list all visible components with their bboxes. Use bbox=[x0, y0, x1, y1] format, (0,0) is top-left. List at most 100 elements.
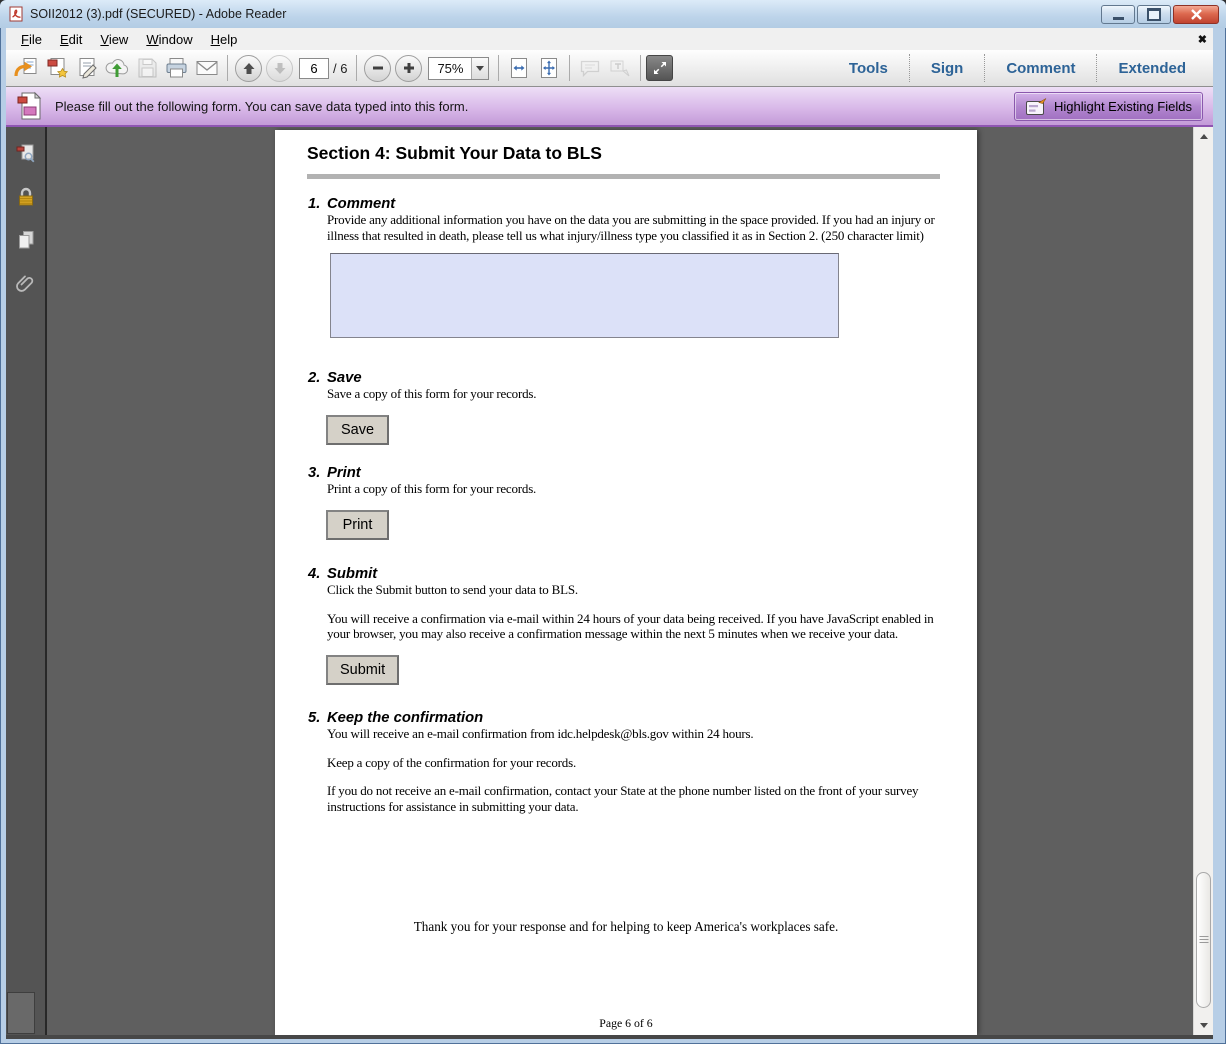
form-notice-message: Please fill out the following form. You … bbox=[55, 99, 468, 114]
zoom-out-icon bbox=[372, 62, 384, 74]
toolbar-separator bbox=[356, 55, 357, 81]
page-number-input[interactable] bbox=[299, 58, 329, 79]
submit-button[interactable]: Submit bbox=[326, 655, 399, 685]
section-keep-confirmation: 5. Keep the confirmation You will receiv… bbox=[308, 710, 949, 814]
minimize-button[interactable] bbox=[1101, 5, 1135, 24]
chevron-down-icon bbox=[476, 66, 484, 71]
section-body: Save a copy of this form for your record… bbox=[327, 386, 949, 402]
save-icon bbox=[135, 56, 159, 80]
email-icon bbox=[194, 56, 220, 80]
close-button[interactable] bbox=[1173, 5, 1219, 24]
pdf-file-icon bbox=[9, 6, 24, 22]
print-icon bbox=[164, 56, 190, 80]
maximize-button[interactable] bbox=[1137, 5, 1171, 24]
fullscreen-button[interactable] bbox=[646, 55, 673, 81]
window-title: SOII2012 (3).pdf (SECURED) - Adobe Reade… bbox=[30, 7, 286, 21]
section-submit: 4. Submit Click the Submit button to sen… bbox=[308, 566, 949, 685]
comment-panel-button[interactable]: Comment bbox=[985, 60, 1096, 77]
page-thumbnails-icon bbox=[15, 143, 37, 165]
section-title-row: 2. Save bbox=[308, 370, 949, 386]
menu-bar: File Edit View Window Help ✖ bbox=[6, 28, 1213, 50]
section-number: 2. bbox=[308, 370, 327, 386]
zoom-level-value: 75% bbox=[429, 61, 471, 76]
menu-file[interactable]: File bbox=[12, 29, 51, 50]
comment-field[interactable] bbox=[330, 253, 839, 338]
section-number: 4. bbox=[308, 566, 327, 582]
cloud-upload-button[interactable] bbox=[102, 54, 132, 82]
form-document-icon bbox=[16, 91, 42, 121]
open-file-button[interactable] bbox=[12, 54, 42, 82]
pages-button[interactable] bbox=[13, 227, 39, 253]
menu-window[interactable]: Window bbox=[137, 29, 201, 50]
section-number: 5. bbox=[308, 710, 327, 726]
title-bar: SOII2012 (3).pdf (SECURED) - Adobe Reade… bbox=[0, 0, 1226, 28]
section-body-2: You will receive a confirmation via e-ma… bbox=[327, 611, 949, 642]
print-button[interactable]: Print bbox=[326, 510, 389, 540]
menu-help[interactable]: Help bbox=[202, 29, 247, 50]
section-comment: 1. Comment Provide any additional inform… bbox=[308, 196, 949, 243]
create-pdf-icon bbox=[45, 56, 69, 80]
fullscreen-icon bbox=[653, 61, 667, 75]
security-settings-button[interactable] bbox=[13, 184, 39, 210]
print-button-toolbar[interactable] bbox=[162, 54, 192, 82]
section-title: Comment bbox=[327, 196, 395, 212]
toolbar-panels: Tools Sign Comment Extended bbox=[828, 50, 1207, 86]
tools-panel-button[interactable]: Tools bbox=[828, 60, 909, 77]
page-title: Section 4: Submit Your Data to BLS bbox=[307, 143, 602, 164]
toolbar-separator bbox=[227, 55, 228, 81]
fit-page-icon bbox=[537, 56, 561, 80]
toolbar: / 6 75% bbox=[6, 50, 1213, 87]
extended-panel-button[interactable]: Extended bbox=[1097, 60, 1207, 77]
section-title-row: 3. Print bbox=[308, 465, 949, 481]
page-footer: Page 6 of 6 bbox=[275, 1016, 977, 1031]
maximize-icon bbox=[1147, 8, 1161, 21]
scrollbar-thumb[interactable] bbox=[1196, 872, 1211, 1008]
zoom-in-button[interactable] bbox=[395, 55, 422, 82]
scroll-up-icon[interactable] bbox=[1200, 134, 1208, 139]
highlight-existing-fields-label: Highlight Existing Fields bbox=[1054, 99, 1192, 114]
zoom-level-select[interactable]: 75% bbox=[428, 57, 489, 80]
section-title-row: 1. Comment bbox=[308, 196, 949, 212]
text-callout-icon bbox=[608, 56, 632, 80]
scrollbar-grip-icon bbox=[1199, 936, 1208, 944]
save-button[interactable]: Save bbox=[326, 415, 389, 445]
pdf-page: Section 4: Submit Your Data to BLS 1. Co… bbox=[275, 130, 977, 1035]
section-body: Provide any additional information you h… bbox=[327, 212, 949, 243]
toolbar-separator bbox=[498, 55, 499, 81]
section-body: Click the Submit button to send your dat… bbox=[327, 582, 949, 598]
section-print: 3. Print Print a copy of this form for y… bbox=[308, 465, 949, 540]
attachments-button[interactable] bbox=[13, 270, 39, 296]
create-pdf-button[interactable] bbox=[42, 54, 72, 82]
comment-bubble-button[interactable] bbox=[575, 54, 605, 82]
section-title: Print bbox=[327, 465, 361, 481]
highlight-existing-fields-button[interactable]: Highlight Existing Fields bbox=[1014, 92, 1203, 121]
sign-panel-button[interactable]: Sign bbox=[910, 60, 985, 77]
open-file-icon bbox=[14, 56, 40, 80]
highlight-fields-icon bbox=[1025, 97, 1047, 117]
email-button[interactable] bbox=[192, 54, 222, 82]
section-number: 3. bbox=[308, 465, 327, 481]
fit-page-button[interactable] bbox=[534, 54, 564, 82]
previous-page-button[interactable] bbox=[235, 55, 262, 82]
navigation-pane-footer bbox=[7, 992, 35, 1034]
save-button-toolbar[interactable] bbox=[132, 54, 162, 82]
document-canvas: Section 4: Submit Your Data to BLS 1. Co… bbox=[47, 127, 1193, 1035]
text-callout-button[interactable] bbox=[605, 54, 635, 82]
vertical-scrollbar[interactable] bbox=[1193, 127, 1213, 1035]
toolbar-separator bbox=[640, 55, 641, 81]
menu-edit[interactable]: Edit bbox=[51, 29, 91, 50]
scroll-down-icon[interactable] bbox=[1200, 1023, 1208, 1028]
zoom-dropdown-button[interactable] bbox=[471, 58, 488, 79]
menu-view[interactable]: View bbox=[91, 29, 137, 50]
fit-width-button[interactable] bbox=[504, 54, 534, 82]
next-page-icon bbox=[274, 62, 286, 75]
sign-document-button[interactable] bbox=[72, 54, 102, 82]
next-page-button[interactable] bbox=[266, 55, 293, 82]
close-document-icon[interactable]: ✖ bbox=[1198, 33, 1207, 46]
section-body-3: If you do not receive an e-mail confirma… bbox=[327, 783, 949, 814]
section-title-row: 4. Submit bbox=[308, 566, 949, 582]
cloud-upload-icon bbox=[104, 56, 130, 80]
page-thumbnails-button[interactable] bbox=[13, 141, 39, 167]
section-title-row: 5. Keep the confirmation bbox=[308, 710, 949, 726]
zoom-out-button[interactable] bbox=[364, 55, 391, 82]
